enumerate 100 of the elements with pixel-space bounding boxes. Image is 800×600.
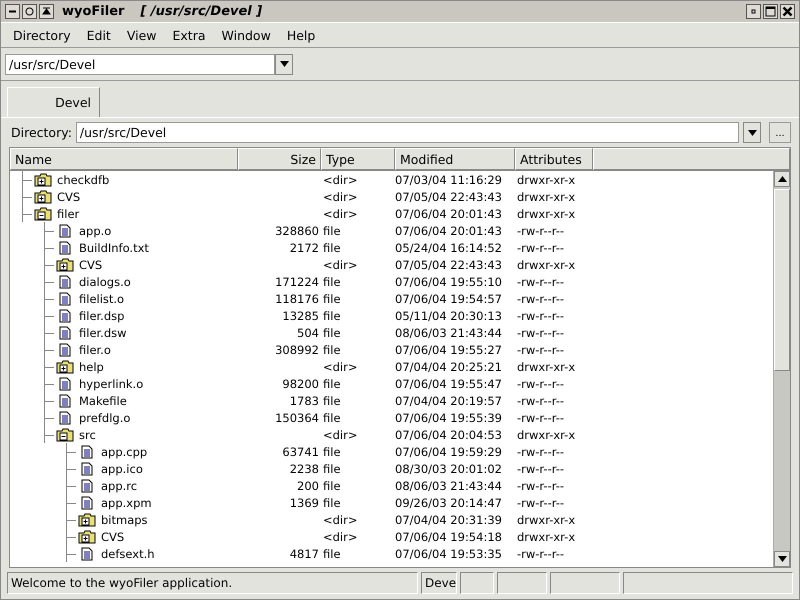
down-arrow-icon xyxy=(778,556,786,562)
file-size: 504 xyxy=(297,326,319,340)
status-panel xyxy=(497,572,547,594)
file-attributes: -rw-r--r-- xyxy=(516,308,566,323)
file-name[interactable]: src xyxy=(76,426,96,444)
status-message: Welcome to the wyoFiler application. xyxy=(7,572,418,594)
file-attributes: drwxr-xr-x xyxy=(516,512,576,527)
file-icon xyxy=(59,394,71,408)
column-header[interactable]: Name xyxy=(10,148,238,170)
file-name[interactable]: BuildInfo.txt xyxy=(76,239,149,256)
status-panel xyxy=(550,572,620,594)
minimize-button[interactable] xyxy=(5,4,20,19)
modified-date: 05/11/04 20:30:13 xyxy=(394,308,503,323)
scroll-thumb[interactable] xyxy=(774,189,790,372)
directory-field[interactable]: /usr/src/Devel xyxy=(76,122,739,144)
maximize-button[interactable] xyxy=(763,4,778,19)
file-name[interactable]: app.ico xyxy=(98,460,143,478)
menu-item[interactable]: Help xyxy=(278,26,324,44)
file-name[interactable]: Makefile xyxy=(76,392,127,410)
file-type: file xyxy=(322,478,342,493)
modified-date: 07/06/04 19:55:10 xyxy=(394,274,503,289)
modified-date: 07/06/04 19:55:47 xyxy=(394,376,503,391)
file-name[interactable]: CVS xyxy=(54,188,80,206)
file-attributes: -rw-r--r-- xyxy=(516,342,566,357)
file-name[interactable]: help xyxy=(76,358,104,376)
file-name[interactable]: dialogs.o xyxy=(76,273,131,290)
tab[interactable]: Devel xyxy=(7,87,100,117)
file-name[interactable]: filer.dsp xyxy=(76,307,124,324)
file-size: 118176 xyxy=(275,292,319,306)
path-combo-field[interactable]: /usr/src/Devel xyxy=(5,54,275,74)
scrollbar[interactable] xyxy=(773,171,790,567)
file-name[interactable]: hyperlink.o xyxy=(76,375,144,392)
column-header[interactable]: Type xyxy=(321,148,395,170)
roll-up-button[interactable] xyxy=(39,4,54,19)
folder-icon[interactable] xyxy=(56,360,74,374)
file-name[interactable]: CVS xyxy=(76,256,102,274)
shade-button[interactable] xyxy=(22,4,37,19)
file-name[interactable]: app.rc xyxy=(98,477,138,494)
file-type: <dir> xyxy=(322,190,358,204)
modified-date: 08/06/03 21:43:44 xyxy=(394,326,503,340)
menu-item[interactable]: Directory xyxy=(5,26,79,44)
file-attributes: -rw-r--r-- xyxy=(516,376,566,391)
file-size: 13285 xyxy=(282,308,319,323)
file-name[interactable]: filer.dsw xyxy=(76,324,127,342)
file-name[interactable]: bitmaps xyxy=(98,511,148,528)
file-icon xyxy=(59,240,71,255)
folder-icon[interactable] xyxy=(78,530,96,544)
scroll-down-button[interactable] xyxy=(774,551,790,567)
file-name[interactable]: filer.o xyxy=(76,341,111,358)
file-type: file xyxy=(322,240,342,255)
folder-icon[interactable] xyxy=(56,258,74,272)
modified-date: 07/05/04 22:43:43 xyxy=(394,190,503,204)
file-type: <dir> xyxy=(322,172,358,187)
column-header[interactable]: Modified xyxy=(395,148,515,170)
status-panel: Deve xyxy=(421,572,457,594)
file-name[interactable]: filer xyxy=(54,205,80,222)
menu-item[interactable]: Edit xyxy=(78,26,119,44)
file-attributes: -rw-r--r-- xyxy=(516,274,566,289)
folder-icon[interactable] xyxy=(34,190,52,204)
file-type: file xyxy=(322,496,342,510)
file-name[interactable]: app.xpm xyxy=(98,494,152,512)
menu-item[interactable]: Window xyxy=(214,26,279,44)
file-name[interactable]: app.o xyxy=(76,222,112,240)
up-arrow-icon xyxy=(778,176,786,182)
file-name[interactable]: prefdlg.o xyxy=(76,409,130,426)
file-attributes: -rw-r--r-- xyxy=(516,410,566,425)
file-name[interactable]: filelist.o xyxy=(76,290,124,308)
close-button[interactable] xyxy=(780,4,795,19)
modified-date: 07/06/04 19:55:27 xyxy=(394,342,503,357)
directory-label: Directory: xyxy=(11,125,72,140)
circle-icon xyxy=(25,7,34,16)
file-attributes: -rw-r--r-- xyxy=(516,240,566,255)
modified-date: 07/04/04 20:31:39 xyxy=(394,512,503,527)
menu-item[interactable]: Extra xyxy=(164,26,214,44)
file-size: 4817 xyxy=(290,546,319,561)
iconify-button[interactable] xyxy=(746,4,761,19)
folder-icon[interactable] xyxy=(78,512,96,527)
dropdown-button[interactable] xyxy=(275,54,293,74)
file-type: <dir> xyxy=(322,512,358,527)
open-folder-icon[interactable] xyxy=(56,428,74,442)
file-type: <dir> xyxy=(322,530,358,544)
file-name[interactable]: defsext.h xyxy=(98,545,155,562)
browse-button[interactable]: ... xyxy=(769,122,791,144)
file-attributes: drwxr-xr-x xyxy=(516,428,576,442)
file-type: file xyxy=(322,342,342,357)
file-name[interactable]: CVS xyxy=(98,528,124,546)
menu-item[interactable]: View xyxy=(118,26,165,44)
folder-icon[interactable] xyxy=(34,172,52,187)
column-header[interactable]: Attributes xyxy=(515,148,593,170)
file-name[interactable]: app.cpp xyxy=(98,443,148,460)
file-type: <dir> xyxy=(322,206,358,221)
scroll-up-button[interactable] xyxy=(774,171,790,188)
column-header[interactable]: Size xyxy=(238,148,321,170)
file-type: file xyxy=(322,376,342,391)
open-folder-icon[interactable] xyxy=(34,206,52,221)
file-attributes: drwxr-xr-x xyxy=(516,172,576,187)
file-size: 308992 xyxy=(275,342,319,357)
file-name[interactable]: checkdfb xyxy=(54,171,110,188)
file-type: file xyxy=(322,224,342,238)
dropdown-button[interactable] xyxy=(743,122,761,144)
